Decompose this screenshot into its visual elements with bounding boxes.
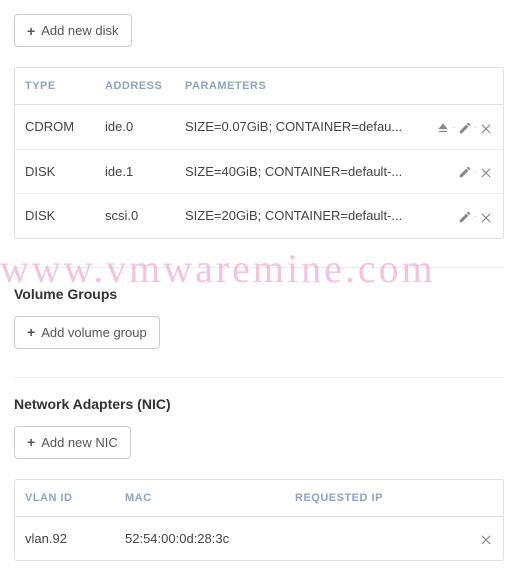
add-volume-group-button[interactable]: + Add volume group bbox=[14, 316, 160, 349]
disk-type: DISK bbox=[15, 194, 95, 238]
divider bbox=[14, 267, 504, 268]
plus-icon: + bbox=[27, 24, 35, 38]
edit-icon[interactable] bbox=[458, 165, 472, 179]
separator: · bbox=[474, 122, 477, 133]
disk-address: ide.1 bbox=[95, 150, 175, 195]
column-requested-ip: REQUESTED IP bbox=[285, 480, 463, 517]
column-actions bbox=[413, 68, 503, 105]
disk-type: CDROM bbox=[15, 105, 95, 150]
column-actions bbox=[463, 480, 503, 517]
table-row: DISKscsi.0SIZE=20GiB; CONTAINER=default-… bbox=[15, 194, 503, 238]
table-row: DISKide.1SIZE=40GiB; CONTAINER=default-.… bbox=[15, 150, 503, 195]
nic-ip bbox=[285, 517, 463, 561]
disk-actions: · bbox=[413, 194, 503, 238]
edit-icon[interactable] bbox=[458, 210, 472, 224]
eject-icon[interactable] bbox=[436, 121, 450, 135]
column-vlan-id: VLAN ID bbox=[15, 480, 115, 517]
nic-header-row: VLAN ID MAC REQUESTED IP bbox=[15, 480, 503, 517]
nic-table: VLAN ID MAC REQUESTED IP vlan.9252:54:00… bbox=[14, 479, 504, 562]
table-row: vlan.9252:54:00:0d:28:3c bbox=[15, 517, 503, 561]
delete-icon[interactable] bbox=[479, 210, 493, 224]
disk-parameters: SIZE=20GiB; CONTAINER=default-... bbox=[175, 194, 413, 238]
nic-mac: 52:54:00:0d:28:3c bbox=[115, 517, 285, 561]
add-new-disk-label: Add new disk bbox=[41, 23, 118, 38]
separator: · bbox=[474, 211, 477, 222]
divider bbox=[14, 377, 504, 378]
disk-actions: · bbox=[413, 150, 503, 195]
delete-icon[interactable] bbox=[479, 165, 493, 179]
delete-icon[interactable] bbox=[479, 121, 493, 135]
disks-table: TYPE ADDRESS PARAMETERS CDROMide.0SIZE=0… bbox=[14, 67, 504, 239]
table-row: CDROMide.0SIZE=0.07GiB; CONTAINER=defau.… bbox=[15, 105, 503, 150]
disks-header-row: TYPE ADDRESS PARAMETERS bbox=[15, 68, 503, 105]
disk-parameters: SIZE=40GiB; CONTAINER=default-... bbox=[175, 150, 413, 195]
column-address: ADDRESS bbox=[95, 68, 175, 105]
plus-icon: + bbox=[27, 435, 35, 449]
add-volume-group-label: Add volume group bbox=[41, 325, 147, 340]
separator: · bbox=[474, 167, 477, 178]
column-mac: MAC bbox=[115, 480, 285, 517]
disk-actions: ·· bbox=[413, 105, 503, 150]
column-parameters: PARAMETERS bbox=[175, 68, 413, 105]
nic-title: Network Adapters (NIC) bbox=[14, 396, 504, 412]
disk-address: ide.0 bbox=[95, 105, 175, 150]
nic-vlan: vlan.92 bbox=[15, 517, 115, 561]
disk-address: scsi.0 bbox=[95, 194, 175, 238]
add-new-disk-button[interactable]: + Add new disk bbox=[14, 14, 132, 47]
disk-type: DISK bbox=[15, 150, 95, 195]
add-new-nic-label: Add new NIC bbox=[41, 435, 118, 450]
delete-icon[interactable] bbox=[479, 532, 493, 546]
edit-icon[interactable] bbox=[458, 121, 472, 135]
separator: · bbox=[452, 122, 455, 133]
nic-actions bbox=[463, 517, 503, 561]
volume-groups-title: Volume Groups bbox=[14, 286, 504, 302]
add-new-nic-button[interactable]: + Add new NIC bbox=[14, 426, 131, 459]
disk-parameters: SIZE=0.07GiB; CONTAINER=defau... bbox=[175, 105, 413, 150]
column-type: TYPE bbox=[15, 68, 95, 105]
plus-icon: + bbox=[27, 325, 35, 339]
